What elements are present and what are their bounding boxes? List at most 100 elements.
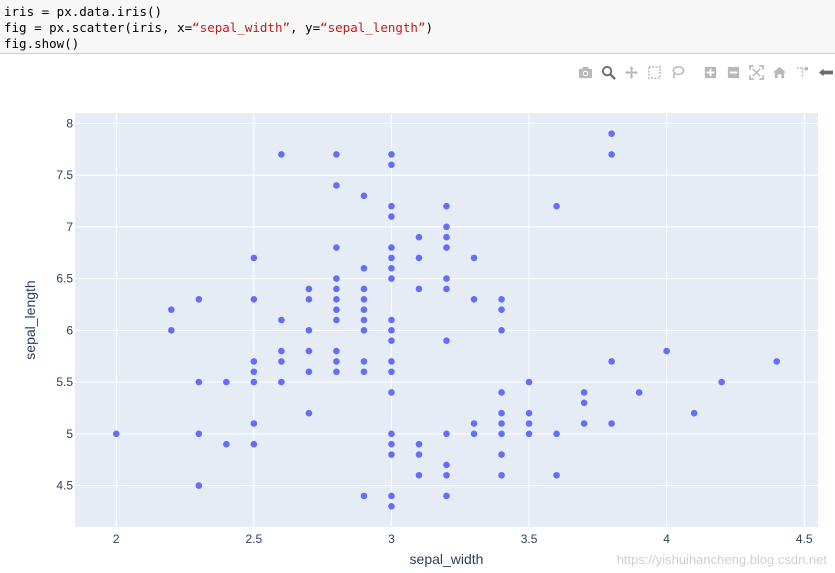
data-point[interactable] xyxy=(388,358,395,365)
data-point[interactable] xyxy=(388,492,395,500)
data-point[interactable] xyxy=(498,409,505,417)
data-point[interactable] xyxy=(580,399,588,407)
data-point[interactable] xyxy=(690,409,698,417)
data-point[interactable] xyxy=(415,440,423,448)
data-point[interactable] xyxy=(333,296,340,303)
data-point[interactable] xyxy=(388,264,395,272)
data-point[interactable] xyxy=(333,285,340,293)
data-point[interactable] xyxy=(278,347,285,355)
data-point[interactable] xyxy=(360,327,368,334)
data-point[interactable] xyxy=(580,420,588,427)
data-point[interactable] xyxy=(443,461,450,469)
data-point[interactable] xyxy=(388,244,395,251)
data-point[interactable] xyxy=(525,430,533,438)
data-point[interactable] xyxy=(718,378,725,386)
data-point[interactable] xyxy=(388,503,395,510)
data-point[interactable] xyxy=(498,327,505,334)
data-point[interactable] xyxy=(388,440,395,448)
data-point[interactable] xyxy=(415,451,423,458)
data-point[interactable] xyxy=(388,275,395,282)
data-point[interactable] xyxy=(360,306,368,313)
data-point[interactable] xyxy=(388,327,395,334)
data-point[interactable] xyxy=(635,389,643,396)
data-point[interactable] xyxy=(333,306,340,313)
data-point[interactable] xyxy=(333,151,340,158)
data-point[interactable] xyxy=(250,296,258,303)
data-point[interactable] xyxy=(498,306,505,313)
data-point[interactable] xyxy=(360,368,368,376)
data-point[interactable] xyxy=(223,378,230,386)
data-point[interactable] xyxy=(663,347,670,355)
data-point[interactable] xyxy=(195,378,203,386)
data-point[interactable] xyxy=(388,151,395,158)
data-point[interactable] xyxy=(195,296,203,303)
data-point[interactable] xyxy=(250,420,258,427)
data-point[interactable] xyxy=(250,378,258,386)
data-point[interactable] xyxy=(333,358,340,365)
data-point[interactable] xyxy=(333,275,340,282)
data-point[interactable] xyxy=(278,358,285,365)
data-point[interactable] xyxy=(415,285,423,293)
data-point[interactable] xyxy=(443,492,450,500)
data-point[interactable] xyxy=(525,409,533,417)
data-point[interactable] xyxy=(443,285,450,293)
data-point[interactable] xyxy=(608,151,615,158)
data-point[interactable] xyxy=(278,316,285,324)
data-point[interactable] xyxy=(498,420,505,427)
data-point[interactable] xyxy=(608,358,615,365)
data-point[interactable] xyxy=(415,254,423,262)
data-point[interactable] xyxy=(388,254,395,262)
data-point[interactable] xyxy=(498,451,505,458)
data-point[interactable] xyxy=(360,264,368,272)
data-point[interactable] xyxy=(498,471,505,479)
data-point[interactable] xyxy=(333,316,340,324)
data-point[interactable] xyxy=(525,378,533,386)
data-point[interactable] xyxy=(333,347,340,355)
data-point[interactable] xyxy=(333,182,340,189)
data-point[interactable] xyxy=(305,327,313,334)
data-point[interactable] xyxy=(553,471,560,479)
data-point[interactable] xyxy=(498,296,505,303)
data-point[interactable] xyxy=(388,202,395,210)
data-point[interactable] xyxy=(470,430,478,438)
data-point[interactable] xyxy=(388,337,395,345)
data-point[interactable] xyxy=(525,420,533,427)
data-point[interactable] xyxy=(195,482,203,489)
data-point[interactable] xyxy=(415,233,423,241)
data-point[interactable] xyxy=(360,192,368,200)
data-point[interactable] xyxy=(498,430,505,438)
data-point[interactable] xyxy=(360,285,368,293)
data-point[interactable] xyxy=(498,389,505,396)
data-point[interactable] xyxy=(388,368,395,376)
data-point[interactable] xyxy=(250,358,258,365)
data-point[interactable] xyxy=(470,254,478,262)
data-point[interactable] xyxy=(333,368,340,376)
data-point[interactable] xyxy=(443,430,450,438)
data-point[interactable] xyxy=(168,306,175,313)
data-point[interactable] xyxy=(305,285,313,293)
data-point[interactable] xyxy=(388,389,395,396)
data-point[interactable] xyxy=(278,378,285,386)
data-point[interactable] xyxy=(388,430,395,438)
data-point[interactable] xyxy=(388,213,395,220)
data-point[interactable] xyxy=(443,244,450,251)
data-point[interactable] xyxy=(443,223,450,231)
data-point[interactable] xyxy=(195,430,203,438)
data-point[interactable] xyxy=(580,389,588,396)
data-point[interactable] xyxy=(415,471,423,479)
data-point[interactable] xyxy=(443,337,450,345)
data-point[interactable] xyxy=(360,296,368,303)
data-point[interactable] xyxy=(278,151,285,158)
data-point[interactable] xyxy=(223,440,230,448)
data-point[interactable] xyxy=(305,296,313,303)
data-point[interactable] xyxy=(443,275,450,282)
data-point[interactable] xyxy=(388,161,395,169)
data-point[interactable] xyxy=(553,202,560,210)
data-point[interactable] xyxy=(305,347,313,355)
data-point[interactable] xyxy=(608,420,615,427)
data-point[interactable] xyxy=(250,254,258,262)
data-point[interactable] xyxy=(773,358,781,365)
data-point[interactable] xyxy=(112,430,120,438)
data-point[interactable] xyxy=(250,440,258,448)
data-point[interactable] xyxy=(443,202,450,210)
